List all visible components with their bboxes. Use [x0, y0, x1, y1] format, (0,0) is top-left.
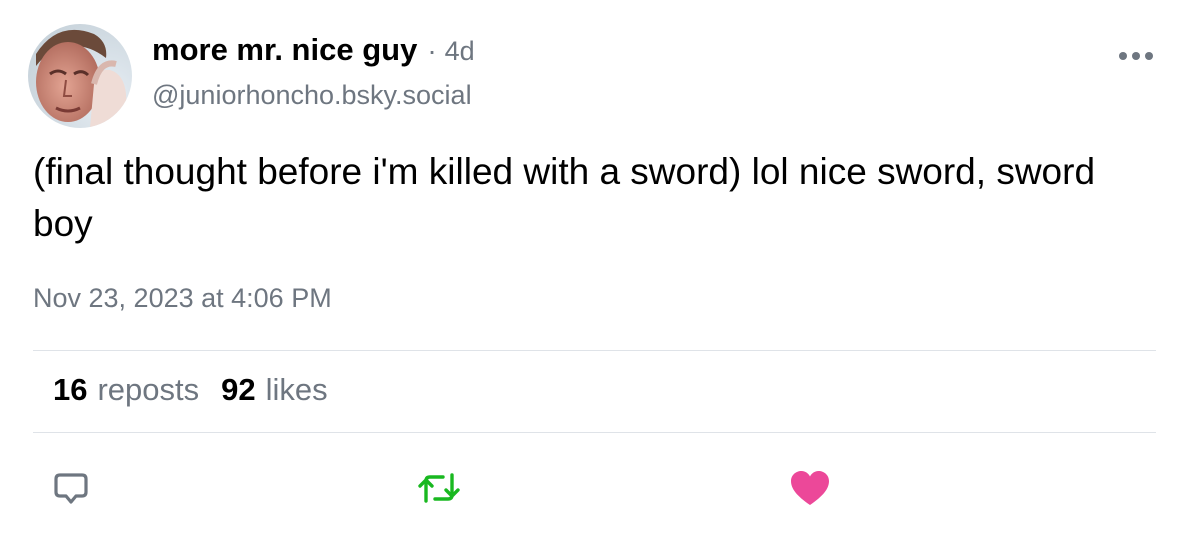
author-line: more mr. nice guy · 4d: [152, 32, 475, 78]
heart-icon: [791, 471, 829, 505]
post-stats: 16 reposts 92 likes: [53, 372, 328, 408]
reposts-count: 16: [53, 372, 88, 407]
reply-button[interactable]: [49, 466, 93, 510]
separator-dot: ·: [427, 35, 437, 66]
post-timestamp: Nov 23, 2023 at 4:06 PM: [33, 283, 332, 313]
reposts-label: reposts: [97, 372, 200, 407]
relative-time[interactable]: 4d: [445, 36, 475, 67]
menu-dot: [1119, 52, 1127, 60]
author-display-name[interactable]: more mr. nice guy: [152, 32, 417, 68]
divider: [33, 350, 1156, 351]
speech-bubble-icon: [54, 473, 88, 504]
post-text: (final thought before i'm killed with a …: [33, 151, 1096, 244]
author-avatar[interactable]: [28, 24, 132, 128]
likes-label: likes: [265, 372, 328, 407]
avatar-photo: [28, 24, 132, 128]
menu-dot: [1145, 52, 1153, 60]
ellipsis-icon[interactable]: [1110, 36, 1162, 76]
likes-stat[interactable]: 92 likes: [221, 372, 328, 408]
divider: [33, 432, 1156, 433]
likes-count: 92: [221, 372, 256, 407]
repost-button[interactable]: [417, 466, 461, 510]
like-button[interactable]: [788, 466, 832, 510]
repost-arrows-icon: [418, 473, 460, 503]
menu-dot: [1132, 52, 1140, 60]
author-handle[interactable]: @juniorhoncho.bsky.social: [152, 80, 472, 111]
reposts-stat[interactable]: 16 reposts: [53, 372, 199, 408]
